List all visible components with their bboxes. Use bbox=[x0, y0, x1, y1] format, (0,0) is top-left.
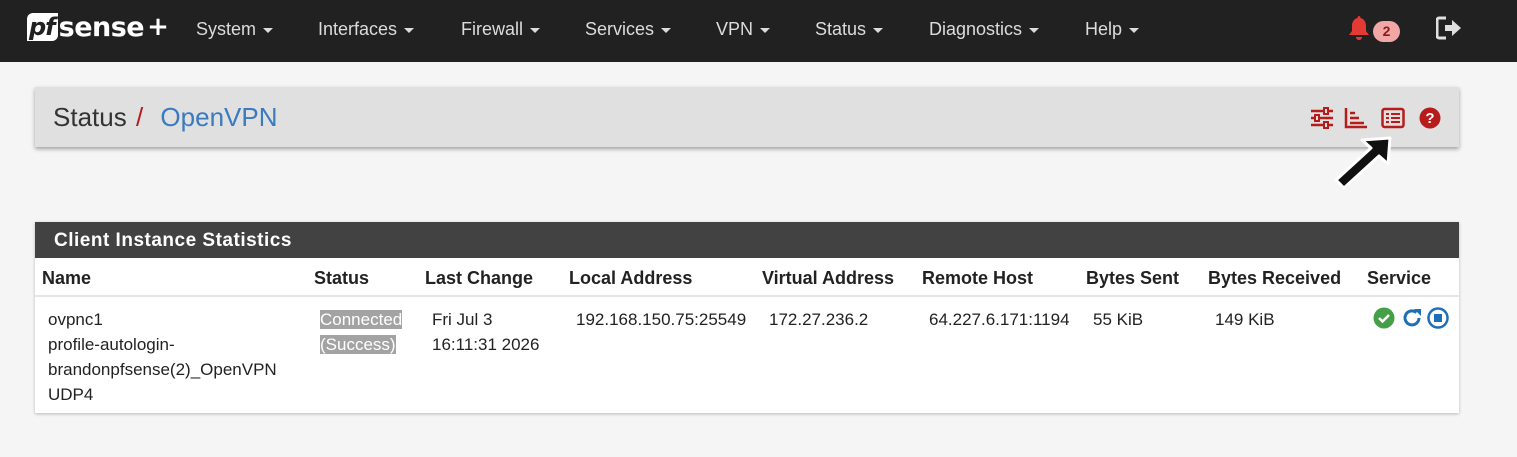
breadcrumb-parent[interactable]: Status bbox=[53, 102, 127, 132]
column-header-virtual-address: Virtual Address bbox=[762, 268, 895, 288]
sign-out-icon[interactable] bbox=[1436, 16, 1462, 40]
breadcrumb: Status / OpenVPN bbox=[53, 102, 278, 133]
nav-menu-interfaces[interactable]: Interfaces bbox=[318, 19, 415, 40]
column-header-service: Service bbox=[1367, 268, 1432, 288]
caret-down-icon bbox=[1029, 27, 1040, 33]
caret-down-icon bbox=[760, 27, 771, 33]
last-change-time: 16:11:31 2026 bbox=[432, 335, 540, 354]
column-header-status: Status bbox=[314, 268, 370, 288]
caret-down-icon bbox=[404, 27, 415, 33]
cell-name: ovpnc1 profile-autologin- brandonpfsense… bbox=[48, 307, 308, 407]
pointer-arrow-icon bbox=[1334, 136, 1392, 190]
client-description-line: profile-autologin- bbox=[48, 335, 175, 354]
nav-menu-label: Help bbox=[1085, 19, 1123, 39]
last-change-date: Fri Jul 3 bbox=[432, 310, 493, 329]
column-header-local-address: Local Address bbox=[569, 268, 693, 288]
cell-bytes-sent: 55 KiB bbox=[1093, 310, 1144, 329]
nav-menu-label: Firewall bbox=[461, 19, 524, 39]
breadcrumb-current[interactable]: OpenVPN bbox=[160, 102, 277, 132]
panel-header: Client Instance Statistics bbox=[35, 222, 1459, 258]
top-navbar: pf sense + System Interfaces Firewall Se… bbox=[0, 0, 1517, 62]
nav-menu-help[interactable]: Help bbox=[1085, 19, 1140, 40]
caret-down-icon bbox=[263, 27, 274, 33]
nav-menu-label: Status bbox=[815, 19, 867, 39]
column-header-last-change: Last Change bbox=[425, 268, 534, 288]
client-instance-statistics-panel: Client Instance Statistics Name Status L… bbox=[35, 222, 1459, 413]
panel-title: Client Instance Statistics bbox=[54, 230, 292, 251]
breadcrumb-separator: / bbox=[135, 102, 144, 132]
caret-down-icon bbox=[1129, 27, 1140, 33]
nav-menu-label: VPN bbox=[716, 19, 754, 39]
cell-virtual-address: 172.27.236.2 bbox=[769, 310, 869, 329]
column-header-name: Name bbox=[42, 268, 92, 288]
cell-local-address: 192.168.150.75:25549 bbox=[576, 310, 747, 329]
nav-menu-diagnostics[interactable]: Diagnostics bbox=[929, 19, 1040, 40]
cell-bytes-received: 149 KiB bbox=[1215, 310, 1275, 329]
breadcrumb-panel: Status / OpenVPN bbox=[35, 87, 1459, 147]
svg-text:?: ? bbox=[1425, 110, 1434, 127]
pfsense-logo[interactable]: pf sense + bbox=[27, 11, 169, 43]
client-name: ovpnc1 bbox=[48, 310, 103, 329]
nav-menu-firewall[interactable]: Firewall bbox=[461, 19, 541, 40]
status-detail: (Success) bbox=[320, 335, 396, 354]
logo-plus-text: + bbox=[147, 12, 169, 42]
column-header-bytes-sent: Bytes Sent bbox=[1086, 268, 1180, 288]
nav-menu-label: Interfaces bbox=[318, 19, 398, 39]
notification-count-badge[interactable]: 2 bbox=[1373, 21, 1400, 42]
client-protocol: UDP4 bbox=[48, 385, 94, 404]
nav-menu-label: System bbox=[196, 19, 257, 39]
status-text: Connected bbox=[320, 310, 403, 329]
column-header-remote-host: Remote Host bbox=[922, 268, 1034, 288]
sliders-icon[interactable] bbox=[1310, 107, 1334, 129]
nav-menu-label: Diagnostics bbox=[929, 19, 1023, 39]
stop-circle-icon[interactable] bbox=[1427, 307, 1449, 329]
list-log-icon[interactable] bbox=[1381, 107, 1405, 129]
logo-sense-text: sense bbox=[58, 11, 145, 43]
caret-down-icon bbox=[530, 27, 541, 33]
check-circle-icon bbox=[1373, 307, 1395, 329]
caret-down-icon bbox=[661, 27, 672, 33]
client-description-line: brandonpfsense(2)_OpenVPN bbox=[48, 360, 277, 379]
bar-chart-icon[interactable] bbox=[1344, 107, 1368, 129]
nav-menu-services[interactable]: Services bbox=[585, 19, 672, 40]
header-divider bbox=[35, 295, 1459, 297]
cell-status: Connected (Success) bbox=[320, 307, 403, 357]
nav-menu-label: Services bbox=[585, 19, 655, 39]
restart-icon[interactable] bbox=[1401, 307, 1423, 329]
cell-last-change: Fri Jul 3 16:11:31 2026 bbox=[432, 307, 539, 357]
nav-menu-system[interactable]: System bbox=[196, 19, 274, 40]
cell-remote-host: 64.227.6.171:1194 bbox=[929, 310, 1070, 329]
help-icon[interactable]: ? bbox=[1418, 107, 1442, 129]
bell-icon[interactable] bbox=[1348, 15, 1370, 41]
nav-menu-status[interactable]: Status bbox=[815, 19, 884, 40]
logo-pf-text: pf bbox=[27, 13, 58, 41]
nav-menu-vpn[interactable]: VPN bbox=[716, 19, 771, 40]
caret-down-icon bbox=[873, 27, 884, 33]
column-header-bytes-received: Bytes Received bbox=[1208, 268, 1342, 288]
